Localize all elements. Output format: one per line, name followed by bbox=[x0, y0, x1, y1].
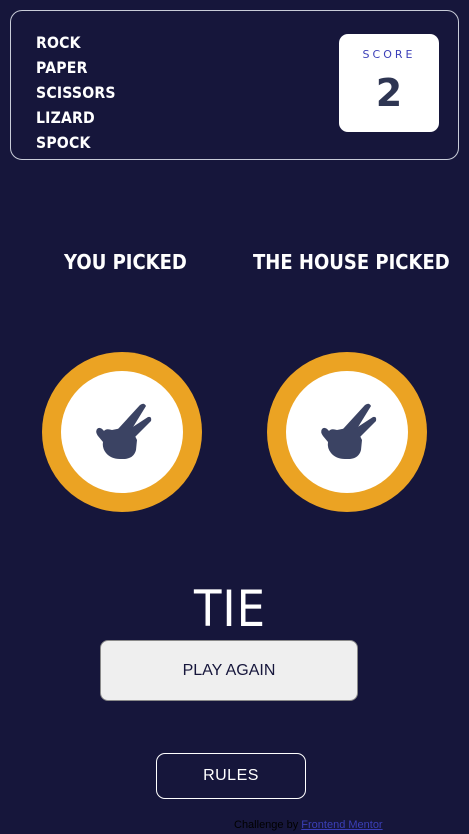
house-token-face bbox=[286, 371, 408, 493]
score-label: SCORE bbox=[362, 48, 416, 61]
score-value: 2 bbox=[375, 71, 403, 115]
frontend-mentor-link[interactable]: Frontend Mentor bbox=[301, 819, 382, 831]
house-choice-token bbox=[267, 352, 427, 512]
game-title: ROCK PAPER SCISSORS LIZARD SPOCK bbox=[36, 30, 127, 155]
title-rock: ROCK bbox=[36, 33, 81, 52]
attribution: Challenge by Frontend Mentor bbox=[234, 819, 383, 831]
attribution-prefix: Challenge by bbox=[234, 819, 299, 831]
header: ROCK PAPER SCISSORS LIZARD SPOCK SCORE 2 bbox=[10, 10, 459, 160]
player-choice-token bbox=[42, 352, 202, 512]
play-again-button[interactable]: PLAY AGAIN bbox=[100, 640, 358, 701]
house-picked-label: THE HOUSE PICKED bbox=[253, 250, 450, 274]
title-scissors: SCISSORS bbox=[36, 83, 116, 102]
rules-button[interactable]: RULES bbox=[156, 753, 306, 799]
scissors-hand-icon bbox=[321, 403, 377, 459]
title-paper: PAPER bbox=[36, 58, 88, 77]
score-box: SCORE 2 bbox=[339, 34, 439, 132]
player-token-face bbox=[61, 371, 183, 493]
result-text: TIE bbox=[194, 580, 266, 638]
scissors-hand-icon bbox=[96, 403, 152, 459]
title-spock: SPOCK bbox=[36, 133, 91, 152]
you-picked-label: YOU PICKED bbox=[64, 250, 187, 274]
title-lizard: LIZARD bbox=[36, 108, 95, 127]
